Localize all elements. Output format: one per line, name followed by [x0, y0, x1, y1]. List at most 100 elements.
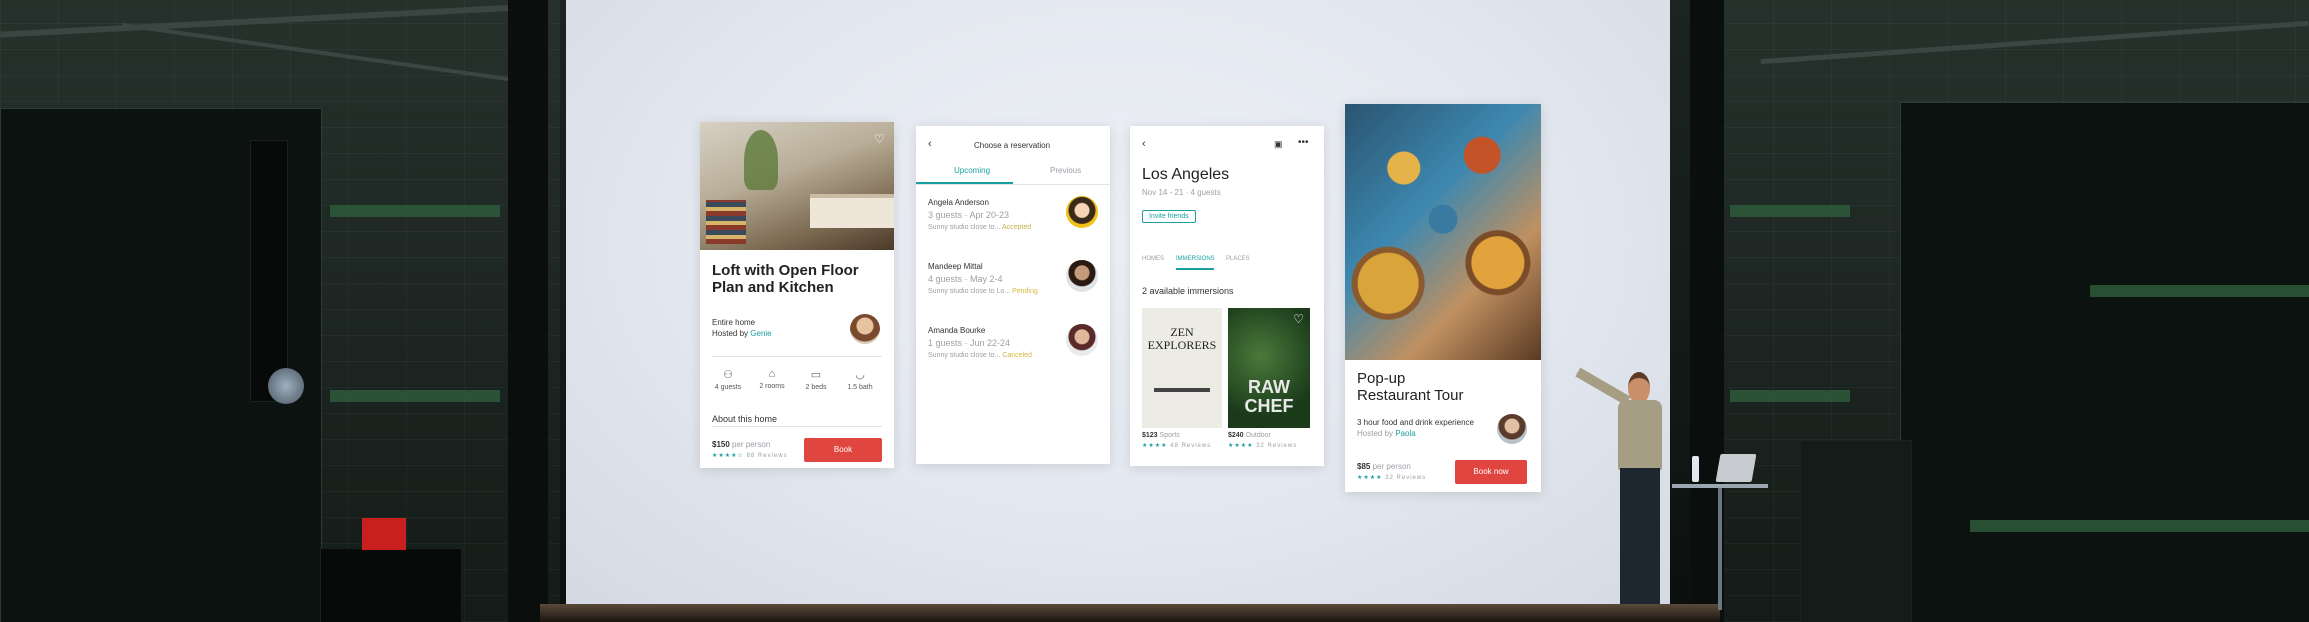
status-text: Pending	[1012, 288, 1038, 295]
price-value: $123	[1142, 432, 1158, 439]
listing-title: Loft with Open Floor Plan and Kitchen	[712, 262, 892, 297]
hosted-by-prefix: Hosted by	[1357, 429, 1394, 438]
guest-name: Angela Anderson	[928, 198, 989, 207]
reservation-note: Sunny studio close to... Canceled	[928, 352, 1032, 359]
immersions-count: 2 available immersions	[1142, 286, 1234, 296]
speaker-stack-left	[250, 140, 288, 402]
note-text: Sunny studio close to...	[928, 352, 1001, 359]
title-line-1: Loft with Open Floor	[712, 262, 859, 279]
bed	[810, 194, 894, 228]
home-type: Entire home	[712, 318, 756, 327]
guest-avatar	[1066, 260, 1098, 292]
reservation-details: 4 guests · May 2-4	[928, 274, 1003, 284]
reservation-row[interactable]: Mandeep Mittal 4 guests · May 2-4 Sunny …	[916, 260, 1110, 326]
reservation-details: 1 guests · Jun 22-24	[928, 338, 1011, 348]
amenity-rooms: ⌂ 2 rooms	[752, 368, 792, 390]
divider	[712, 356, 882, 357]
heart-icon[interactable]: ♡	[1293, 312, 1304, 326]
green-rail-right-2	[1730, 390, 1850, 402]
rating-stars: ★★★★ 48 Reviews	[1142, 443, 1212, 449]
note-text: Sunny studio close to Lo...	[928, 288, 1011, 295]
presenter	[1575, 367, 1670, 612]
immersion-cover-zen[interactable]: ZEN EXPLORERS	[1142, 308, 1222, 428]
immersion-price: $240 Outdoor	[1228, 432, 1271, 439]
cover-line-1: ZEN	[1170, 325, 1194, 339]
tab-upcoming[interactable]: Upcoming	[954, 166, 990, 175]
monitor-box-left	[320, 548, 462, 622]
hosted-by-prefix: Hosted by	[712, 329, 749, 338]
status-text: Accepted	[1001, 224, 1032, 231]
amenity-label: 2 beds	[805, 384, 827, 391]
guests-icon: ⚇	[723, 369, 733, 381]
cover-title: RAW CHEF	[1228, 378, 1310, 416]
cover-line-1: RAW	[1248, 377, 1290, 397]
review-count: 48 Reviews	[1170, 443, 1212, 449]
trip-dates: Nov 14 - 21 · 4 guests	[1142, 188, 1221, 197]
stage-tower-right	[1900, 102, 2309, 622]
back-icon[interactable]: ‹	[1142, 138, 1146, 150]
reservation-row[interactable]: Angela Anderson 3 guests · Apr 20-23 Sun…	[916, 196, 1110, 262]
host-name-link[interactable]: Genie	[750, 329, 771, 338]
podium	[1672, 454, 1768, 612]
more-icon[interactable]: •••	[1298, 137, 1309, 148]
back-icon[interactable]: ‹	[928, 138, 932, 150]
section-title: About this home	[712, 414, 778, 424]
experience-title: Pop-up Restaurant Tour	[1357, 370, 1463, 405]
note-text: Sunny studio close to...	[928, 224, 1001, 231]
experience-subtitle: 3 hour food and drink experience	[1357, 418, 1474, 427]
tab-homes[interactable]: HOMES	[1142, 256, 1164, 262]
city-card: ‹ ▣ ••• Los Angeles Nov 14 - 21 · 4 gues…	[1130, 126, 1324, 466]
reservation-note: Sunny studio close to Lo... Pending	[928, 288, 1038, 295]
tab-previous[interactable]: Previous	[1050, 166, 1081, 175]
host-avatar[interactable]	[1497, 414, 1527, 444]
amenity-bath: ◡ 1.5 bath	[840, 368, 880, 391]
guest-avatar	[1066, 324, 1098, 356]
experience-card: Pop-up Restaurant Tour 3 hour food and d…	[1345, 104, 1541, 492]
exit-sign	[362, 518, 406, 550]
cover-title: ZEN EXPLORERS	[1142, 325, 1222, 352]
beds-icon: ▭	[810, 369, 822, 381]
cover-line-2: CHEF	[1244, 395, 1294, 416]
reservation-note: Sunny studio close to... Accepted	[928, 224, 1031, 231]
immersion-cover-raw-chef[interactable]: ♡ RAW CHEF	[1228, 308, 1310, 428]
heart-icon[interactable]: ♡	[874, 132, 885, 146]
listing-card-loft: ♡ Loft with Open Floor Plan and Kitchen …	[700, 122, 894, 468]
title-line-2: Restaurant Tour	[1357, 387, 1464, 405]
guest-name: Mandeep Mittal	[928, 262, 983, 271]
title-line-1: Pop-up	[1357, 370, 1406, 387]
amenity-label: 4 guests	[714, 384, 742, 391]
price: $150 per person	[712, 440, 770, 449]
books	[706, 200, 746, 244]
divider	[712, 426, 882, 427]
podium-leg	[1718, 488, 1722, 610]
book-now-button[interactable]: Book now	[1455, 460, 1527, 484]
host-name-link[interactable]: Paola	[1395, 429, 1415, 438]
review-count: 32 Reviews	[1256, 443, 1298, 449]
amenity-guests: ⚇ 4 guests	[708, 368, 748, 391]
laptop	[1715, 454, 1757, 482]
hosted-by: Hosted by Genie	[712, 329, 772, 338]
review-count: 32 Reviews	[1385, 475, 1427, 481]
tab-places[interactable]: PLACES	[1226, 256, 1250, 262]
title-line-2: Plan and Kitchen	[712, 279, 834, 297]
price-suffix: per person	[732, 440, 771, 449]
rating-stars: ★★★★ 32 Reviews	[1357, 475, 1427, 481]
pillar-left	[508, 0, 548, 622]
amenity-beds: ▭ 2 beds	[796, 368, 836, 391]
water-bottle	[1692, 456, 1699, 482]
reservation-row[interactable]: Amanda Bourke 1 guests · Jun 22-24 Sunny…	[916, 324, 1110, 390]
wall-lamp	[268, 368, 304, 404]
immersion-price: $123 Sports	[1142, 432, 1180, 439]
price-value: $85	[1357, 462, 1371, 471]
guest-name: Amanda Bourke	[928, 326, 986, 335]
photo-scene: ♡ Loft with Open Floor Plan and Kitchen …	[0, 0, 2309, 622]
host-avatar[interactable]	[850, 314, 880, 344]
presenter-legs	[1620, 468, 1660, 604]
book-button[interactable]: Book	[804, 438, 882, 462]
bookmark-icon[interactable]: ▣	[1274, 139, 1283, 150]
invite-friends-button[interactable]: Invite friends	[1142, 210, 1196, 223]
reservations-card: ‹ Choose a reservation Upcoming Previous…	[916, 126, 1110, 464]
green-rail-right-4	[1970, 520, 2309, 532]
tab-immersions[interactable]: IMMERSIONS	[1176, 256, 1215, 262]
plant	[744, 130, 778, 190]
